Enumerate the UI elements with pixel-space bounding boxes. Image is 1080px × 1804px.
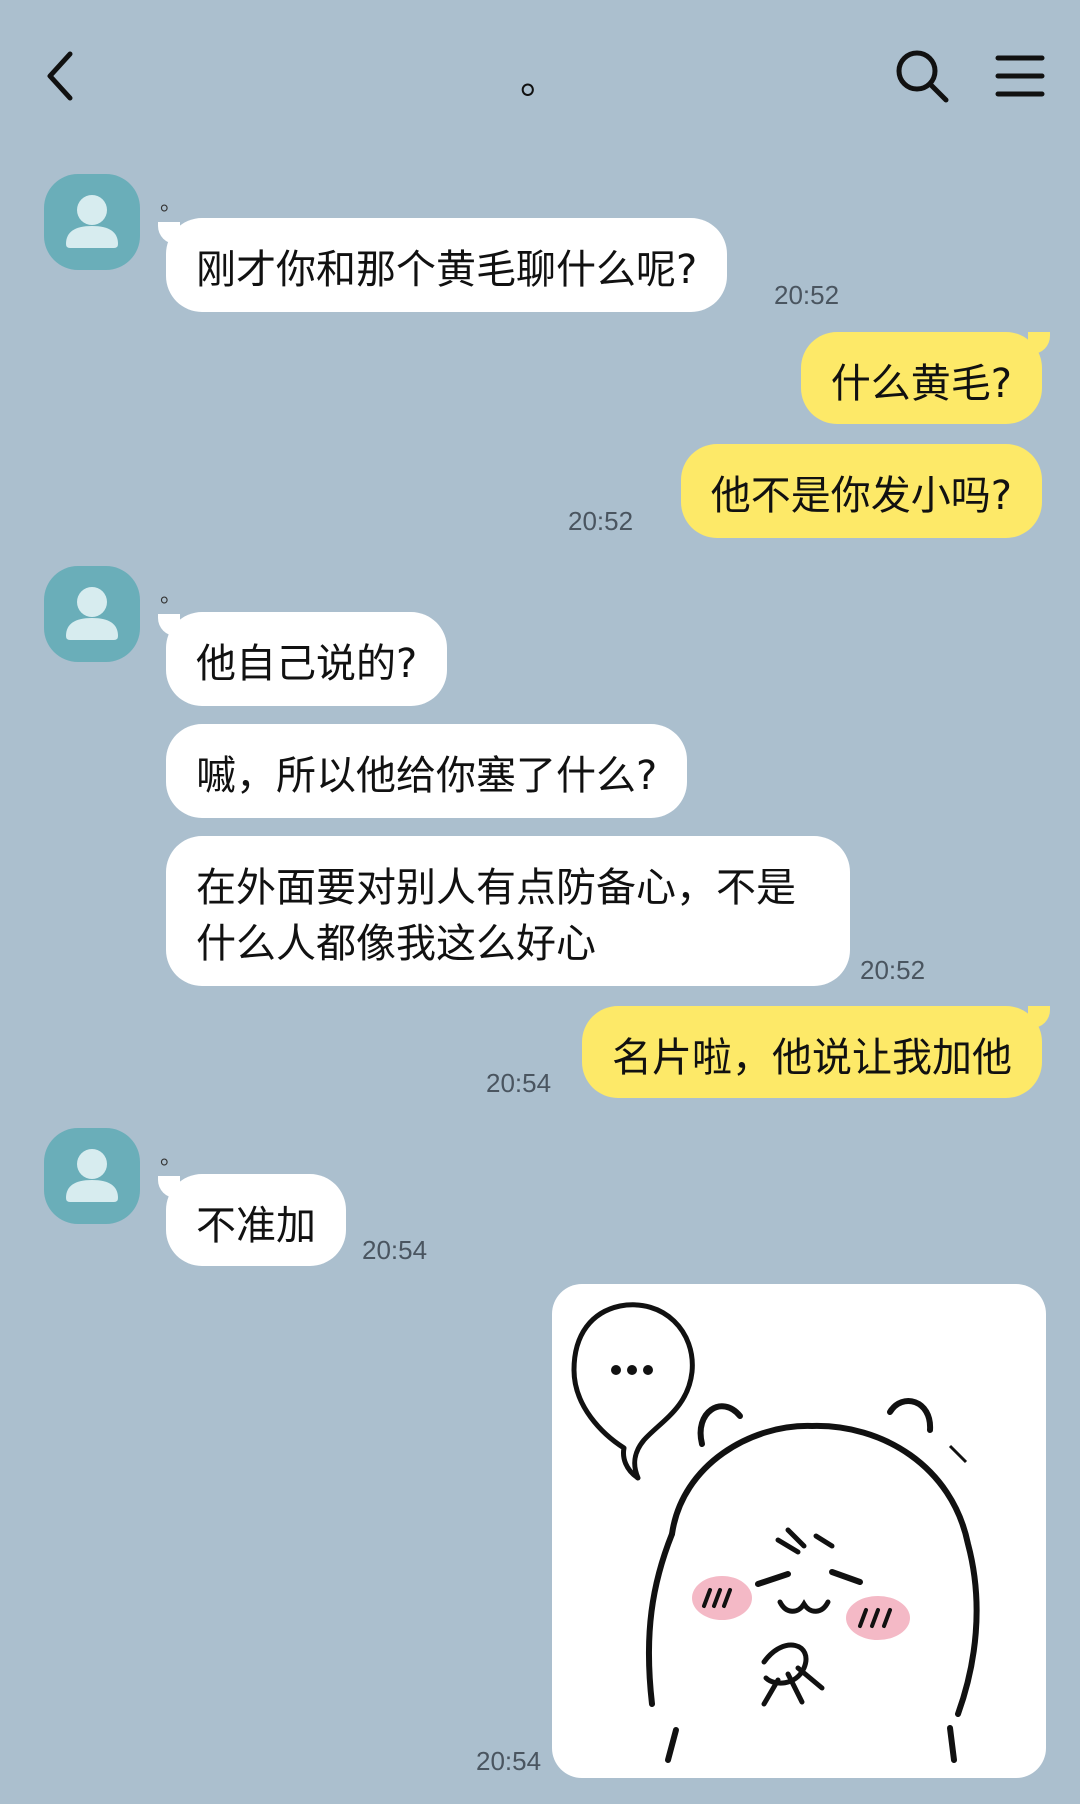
message-bubble[interactable]: 名片啦，他说让我加他 bbox=[582, 1006, 1042, 1098]
sender-name: 。 bbox=[160, 1145, 183, 1170]
message-bubble[interactable]: 不准加 bbox=[166, 1174, 346, 1266]
menu-button[interactable] bbox=[988, 36, 1052, 116]
person-icon bbox=[66, 587, 118, 640]
message-bubble[interactable]: 他不是你发小吗? bbox=[680, 444, 1042, 538]
search-button[interactable] bbox=[890, 36, 954, 116]
message-time: 20:52 bbox=[774, 280, 840, 310]
avatar[interactable] bbox=[44, 1128, 140, 1224]
message-time: 20:54 bbox=[476, 1746, 542, 1776]
message-time: 20:52 bbox=[568, 506, 634, 536]
person-icon bbox=[66, 1149, 118, 1202]
message-bubble[interactable]: 什么黄毛? bbox=[800, 332, 1042, 424]
sender-name: 。 bbox=[160, 191, 183, 216]
sticker-message[interactable] bbox=[552, 1284, 1046, 1778]
message-bubble[interactable]: 嘁，所以他给你塞了什么? bbox=[166, 724, 688, 818]
message-time: 20:54 bbox=[362, 1235, 428, 1265]
person-icon bbox=[66, 195, 118, 248]
avatar[interactable] bbox=[44, 566, 140, 662]
message-time: 20:52 bbox=[860, 955, 926, 985]
message-bubble[interactable]: 他自己说的? bbox=[166, 612, 448, 706]
sender-name: 。 bbox=[160, 583, 183, 608]
message-bubble[interactable]: 刚才你和那个黄毛聊什么呢? bbox=[166, 218, 728, 312]
message-bubble[interactable]: 在外面要对别人有点防备心，不是什么人都像我这么好心 bbox=[166, 836, 850, 986]
grumpy-bear-sticker bbox=[571, 1302, 980, 1763]
hamburger-menu-icon bbox=[995, 55, 1045, 97]
message-time: 20:54 bbox=[486, 1068, 552, 1098]
search-icon bbox=[896, 50, 949, 103]
avatar[interactable] bbox=[44, 174, 140, 270]
